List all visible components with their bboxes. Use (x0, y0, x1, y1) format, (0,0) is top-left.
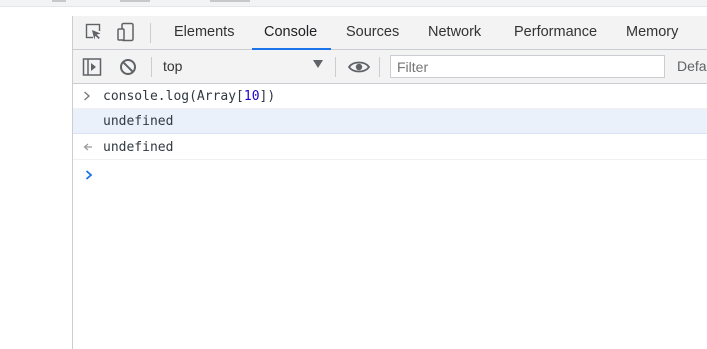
code-number: 10 (243, 89, 260, 104)
context-selector-label[interactable]: top (163, 58, 182, 74)
toolbar-separator (379, 57, 380, 77)
tab-fragment (52, 0, 66, 2)
tab-network[interactable]: Network (428, 16, 481, 49)
inspect-element-icon[interactable] (84, 22, 104, 42)
console-output: console.log(Array[10]) undefined undefin… (73, 84, 707, 349)
chevron-down-icon[interactable] (313, 60, 323, 68)
page-content-pane (0, 7, 72, 349)
console-result-row: undefined (73, 135, 707, 160)
show-sidebar-icon[interactable] (82, 57, 102, 77)
devtools-tab-bar: Elements Console Sources Network Perform… (73, 16, 707, 50)
console-prompt-icon[interactable] (85, 168, 93, 184)
browser-top-strip (0, 0, 707, 7)
filter-input[interactable] (390, 55, 665, 78)
tab-bar-separator (150, 23, 151, 43)
log-levels-dropdown[interactable]: Defa (677, 58, 707, 74)
console-input-row: console.log(Array[10]) (73, 84, 707, 109)
devtools-panel: Elements Console Sources Network Perform… (73, 16, 707, 349)
code-text: console.log(Array[ (103, 89, 244, 104)
console-log-row: undefined (73, 109, 707, 134)
device-toolbar-icon[interactable] (116, 22, 136, 42)
tab-elements[interactable]: Elements (174, 16, 234, 49)
eye-icon[interactable] (347, 57, 371, 77)
tab-memory[interactable]: Memory (626, 16, 678, 49)
tab-fragment (210, 0, 250, 2)
console-toolbar: top Defa (73, 50, 707, 84)
tab-console[interactable]: Console (251, 16, 332, 50)
toolbar-separator (151, 57, 152, 77)
input-chevron-icon (83, 84, 93, 110)
result-arrow-icon (83, 135, 93, 161)
console-input-text[interactable]: console.log(Array[10]) (103, 84, 275, 109)
toolbar-separator (335, 57, 336, 77)
tab-sources[interactable]: Sources (346, 16, 399, 49)
tab-performance[interactable]: Performance (514, 16, 597, 49)
tab-fragment (120, 0, 150, 2)
console-log-text: undefined (103, 114, 174, 129)
console-result-text: undefined (103, 140, 174, 155)
clear-console-icon[interactable] (118, 57, 138, 77)
code-text: ]) (259, 89, 276, 104)
